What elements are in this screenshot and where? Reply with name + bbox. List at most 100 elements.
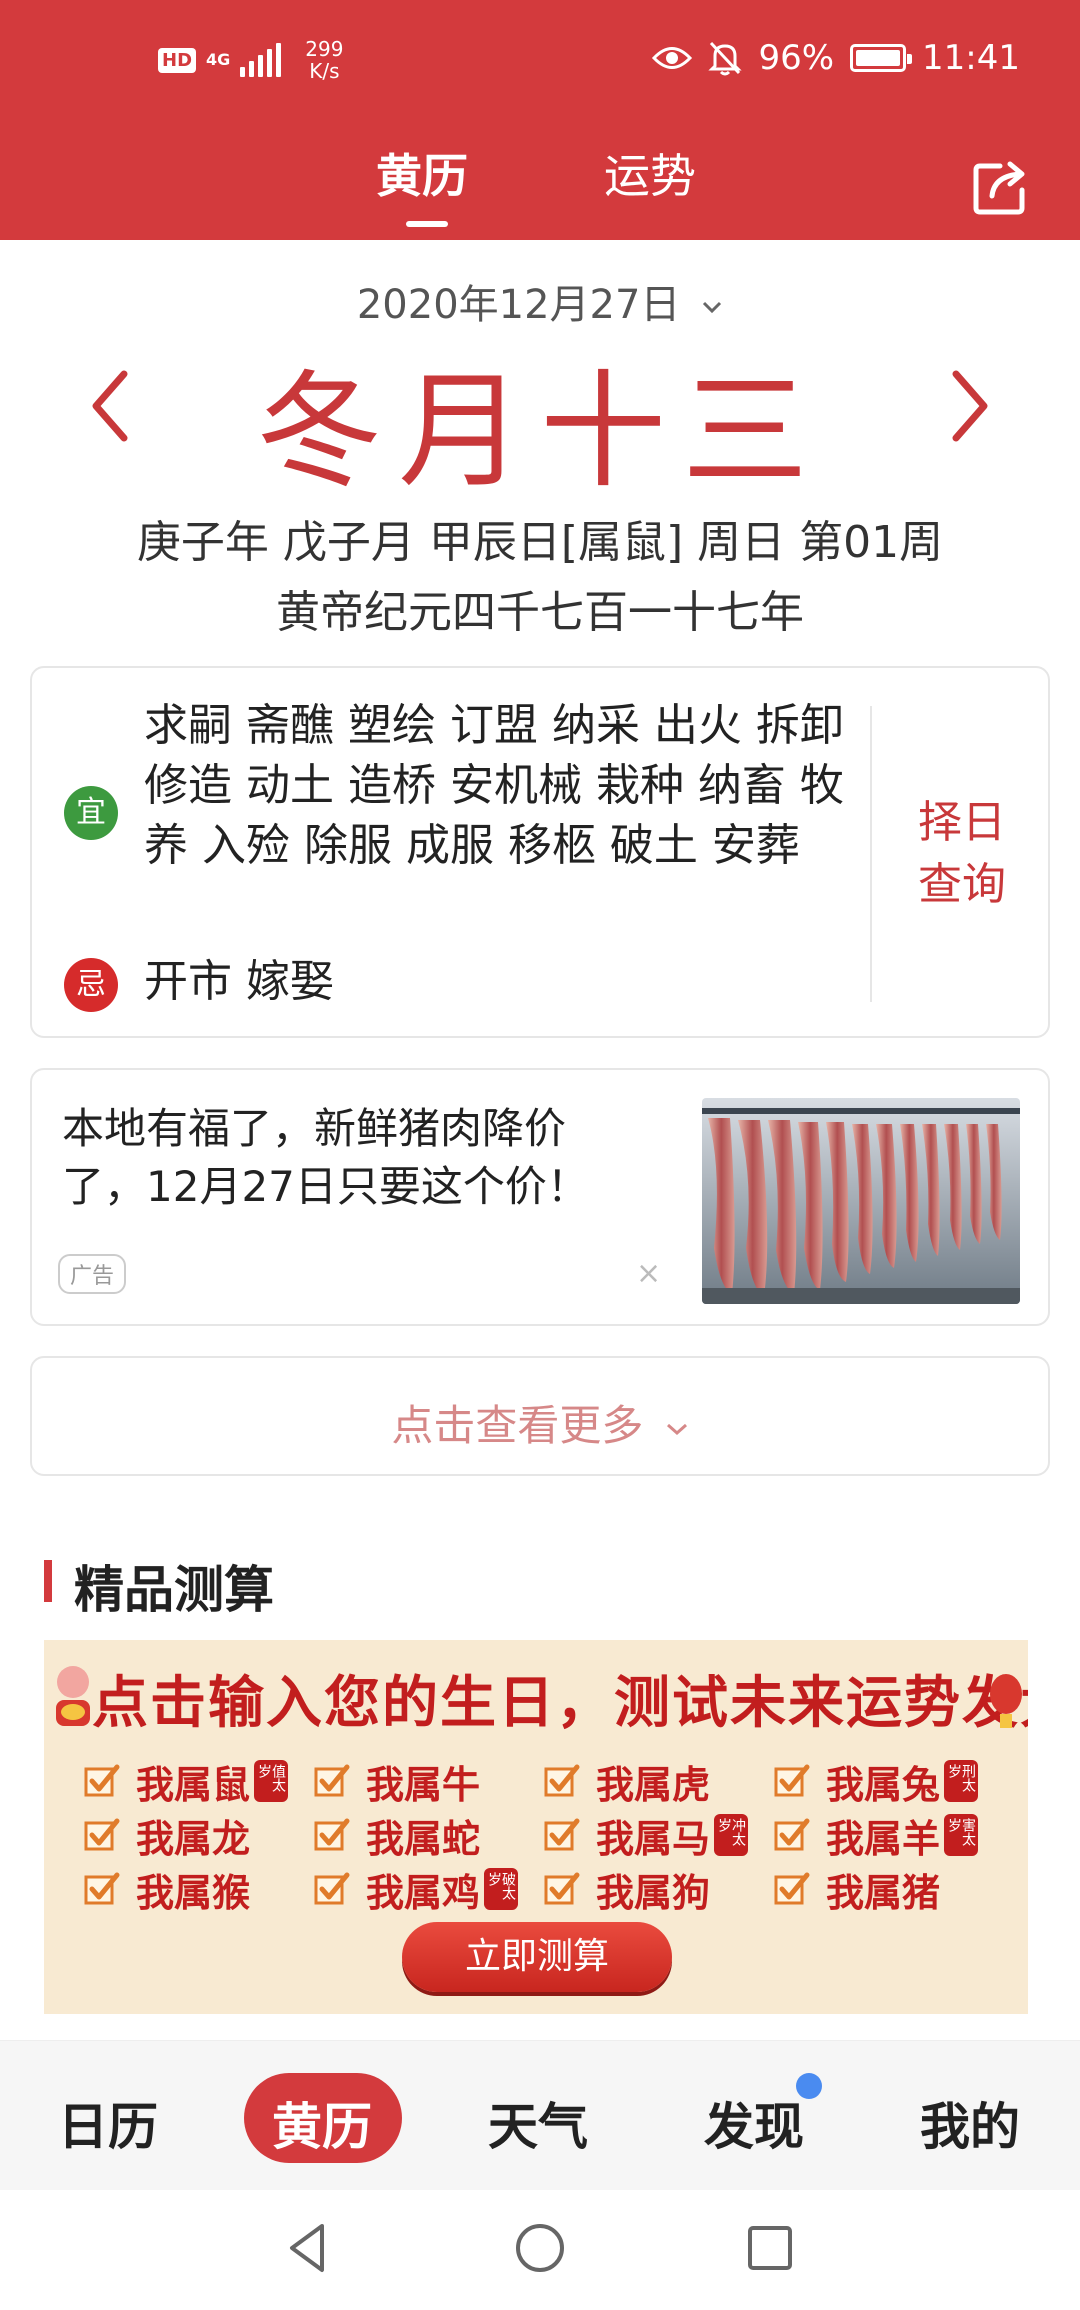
checkbox-checked-icon xyxy=(774,1764,810,1797)
zodiac-tag: 害太岁 xyxy=(944,1814,979,1856)
date-picker[interactable]: 2020年12月27日 xyxy=(0,272,1080,330)
nav-huangli[interactable]: 黄历 xyxy=(272,2087,372,2159)
zodiac-label: 我属狗 xyxy=(596,1870,711,1915)
fortune-banner[interactable]: 点击输入您的生日，测试未来运势发大财 我属鼠值太岁 我属牛 我属虎 我属兔刑太岁我属龙… xyxy=(44,1640,1028,2014)
zodiac-option[interactable]: 我属鼠 值太岁 xyxy=(84,1760,314,1807)
banner-title: 点击输入您的生日，测试未来运势发大财 xyxy=(92,1670,1028,1736)
chevron-down-icon xyxy=(666,1423,687,1435)
huangdi-era-line: 黄帝纪元四千七百一十七年 xyxy=(276,587,804,638)
yiji-card: 宜 求嗣 斋醮 塑绘 订盟 纳采 出火 拆卸 修造 动土 造桥 安机械 栽种 纳… xyxy=(30,666,1050,1038)
checkbox-checked-icon xyxy=(84,1872,120,1905)
nav-mine[interactable]: 我的 xyxy=(920,2087,1020,2159)
zodiac-tag: 刑太岁 xyxy=(944,1760,979,1802)
checkbox-checked-icon xyxy=(774,1818,810,1851)
zodiac-option[interactable]: 我属猴 xyxy=(84,1868,314,1915)
zeri-line-1: 择日 xyxy=(918,797,1006,848)
system-nav-bar xyxy=(0,2190,1080,2310)
view-more-button[interactable]: 点击查看更多 xyxy=(30,1356,1050,1476)
zodiac-tag: 值太岁 xyxy=(254,1760,289,1802)
zodiac-tag: 冲太岁 xyxy=(714,1814,749,1856)
zodiac-option[interactable]: 我属狗 xyxy=(544,1868,774,1915)
section-accent-bar xyxy=(44,1560,52,1602)
zodiac-label: 我属牛 xyxy=(366,1762,481,1807)
home-icon[interactable] xyxy=(510,2218,570,2278)
zodiac-grid: 我属鼠 值太岁 我属牛 我属虎 我属兔 刑太岁 我属龙 我属蛇 我属马 冲太岁 我属羊 害太岁 我属猴我… xyxy=(84,1760,1004,1915)
zodiac-option[interactable]: 我属羊 害太岁 xyxy=(774,1814,1004,1861)
section-title: 精品测算 xyxy=(74,1561,274,1619)
battery-percent: 96% xyxy=(758,38,835,78)
yi-items: 求嗣 斋醮 塑绘 订盟 纳采 出火 拆卸 修造 动土 造桥 安机械 栽种 纳畜 … xyxy=(144,700,844,871)
network-speed-value: 299 xyxy=(305,37,344,61)
zodiac-label: 我属马 xyxy=(596,1816,711,1861)
zodiac-option[interactable]: 我属龙 xyxy=(84,1814,314,1861)
share-icon[interactable] xyxy=(970,158,1030,218)
ad-close-icon[interactable]: × xyxy=(636,1256,661,1291)
lantern-icon xyxy=(990,1674,1022,1728)
app-header: HD 4G 299 K/s 96% 11:41 黄历 运势 xyxy=(0,0,1080,240)
nav-weather[interactable]: 天气 xyxy=(488,2087,588,2159)
checkbox-checked-icon xyxy=(544,1872,580,1905)
zodiac-label: 我属鸡 xyxy=(366,1870,481,1915)
ji-items: 开市 嫁娶 xyxy=(144,956,334,1007)
network-speed-unit: K/s xyxy=(309,59,340,83)
checkbox-checked-icon xyxy=(84,1764,120,1797)
tab-indicator xyxy=(406,221,448,227)
network-type-label: 4G xyxy=(206,50,231,69)
zodiac-option[interactable]: 我属马 冲太岁 xyxy=(544,1814,774,1861)
zodiac-label: 我属虎 xyxy=(596,1762,711,1807)
zeri-line-2: 查询 xyxy=(918,859,1006,910)
zodiac-tag: 破太岁 xyxy=(484,1868,519,1910)
eye-icon xyxy=(652,47,693,69)
next-day-arrow-icon[interactable] xyxy=(940,366,1000,446)
tab-yunshi[interactable]: 运势 xyxy=(604,140,696,206)
view-more-label: 点击查看更多 xyxy=(32,1392,1048,1453)
notification-dot xyxy=(796,2073,822,2099)
mute-bell-icon xyxy=(708,41,743,76)
ganzhi-line: 庚子年 戊子月 甲辰日[属鼠] 周日 第01周 xyxy=(136,517,944,568)
network-speed: 299 K/s xyxy=(305,38,343,82)
zodiac-option[interactable]: 我属蛇 xyxy=(314,1814,544,1861)
top-tabs: 黄历 运势 xyxy=(0,140,1080,230)
zodiac-option[interactable]: 我属牛 xyxy=(314,1760,544,1807)
date-selection-query-button[interactable]: 择日 查询 xyxy=(902,792,1022,916)
signal-icon xyxy=(240,43,282,77)
yi-badge: 宜 xyxy=(64,786,118,840)
ji-badge: 忌 xyxy=(64,958,118,1012)
view-more-text: 点击查看更多 xyxy=(391,1401,644,1450)
back-icon[interactable] xyxy=(278,2218,338,2278)
status-right: 96% 11:41 xyxy=(652,38,1020,78)
recents-icon[interactable] xyxy=(740,2218,800,2278)
zodiac-option[interactable]: 我属兔 刑太岁 xyxy=(774,1760,1004,1807)
zodiac-label: 我属猴 xyxy=(136,1870,251,1915)
checkbox-checked-icon xyxy=(314,1764,350,1797)
lunar-date: 冬月十三 xyxy=(256,358,824,505)
nav-calendar[interactable]: 日历 xyxy=(58,2087,158,2159)
zodiac-label: 我属蛇 xyxy=(366,1816,481,1861)
pig-mascot-icon xyxy=(56,1666,90,1726)
selected-date: 2020年12月27日 xyxy=(356,282,681,328)
ad-image[interactable] xyxy=(702,1098,1020,1304)
zodiac-label: 我属龙 xyxy=(136,1816,251,1861)
ad-label: 广告 xyxy=(58,1254,127,1294)
tab-huangli[interactable]: 黄历 xyxy=(376,140,468,206)
zodiac-label: 我属猪 xyxy=(826,1870,941,1915)
zodiac-option[interactable]: 我属猪 xyxy=(774,1868,1004,1915)
zodiac-option[interactable]: 我属鸡 破太岁 xyxy=(314,1868,544,1915)
ad-card[interactable]: 本地有福了，新鲜猪肉降价了，12月27日只要这个价！ 广告 × xyxy=(30,1068,1050,1326)
status-left: HD 4G 299 K/s xyxy=(158,38,343,82)
checkbox-checked-icon xyxy=(774,1872,810,1905)
battery-icon xyxy=(850,44,913,72)
ad-title[interactable]: 本地有福了，新鲜猪肉降价了，12月27日只要这个价！ xyxy=(62,1100,642,1216)
calculate-now-button[interactable]: 立即测算 xyxy=(402,1922,672,1992)
status-bar: HD 4G 299 K/s 96% 11:41 xyxy=(0,0,1080,120)
zodiac-option[interactable]: 我属虎 xyxy=(544,1760,774,1807)
divider xyxy=(870,706,872,1002)
checkbox-checked-icon xyxy=(544,1764,580,1797)
nav-discover[interactable]: 发现 xyxy=(704,2087,804,2159)
clock: 11:41 xyxy=(922,38,1020,78)
hd-icon: HD xyxy=(158,47,197,73)
zodiac-label: 我属兔 xyxy=(826,1762,941,1807)
zodiac-label: 我属羊 xyxy=(826,1816,941,1861)
zodiac-label: 我属鼠 xyxy=(136,1762,251,1807)
checkbox-checked-icon xyxy=(314,1818,350,1851)
